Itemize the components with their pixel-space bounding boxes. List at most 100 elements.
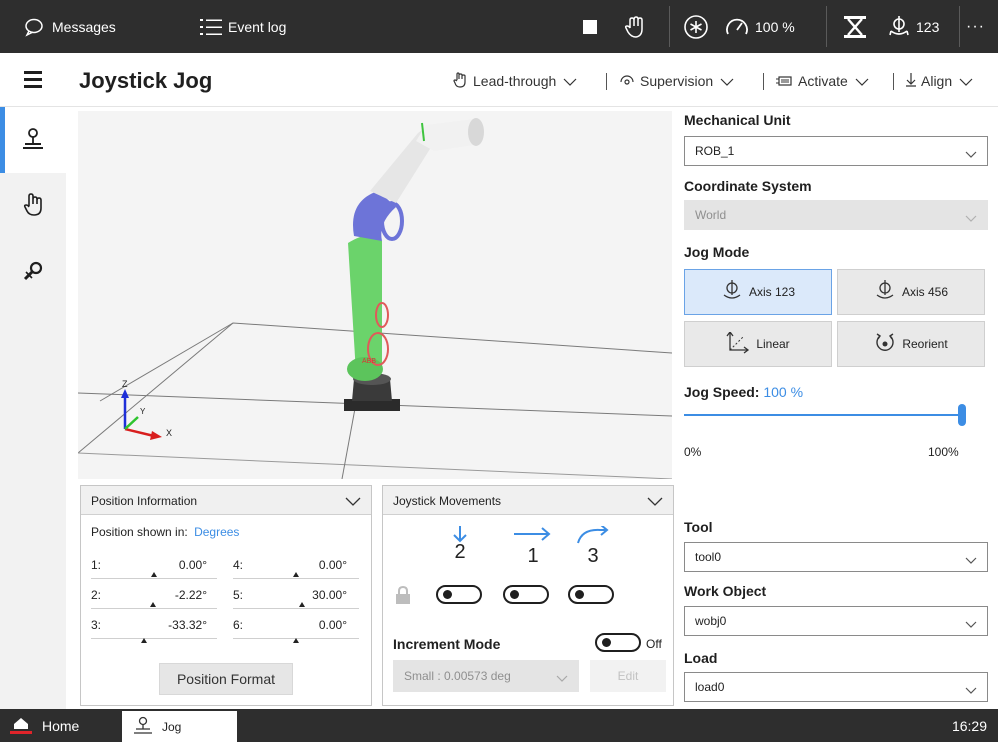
jog-mode-axis-456-button[interactable]: Axis 456	[837, 269, 985, 315]
supervision-label: Supervision	[640, 73, 714, 89]
hand-button[interactable]	[622, 0, 648, 53]
chevron-down-icon	[563, 73, 577, 89]
lead-through-icon	[453, 71, 467, 91]
axis-3-value: -33.32°	[168, 618, 207, 632]
position-format-button[interactable]: Position Format	[159, 663, 293, 695]
home-tab[interactable]: Home	[0, 709, 122, 742]
topbar-divider	[826, 6, 827, 47]
motors-button[interactable]	[683, 0, 709, 53]
mechanical-unit-select[interactable]: ROB_1	[684, 136, 988, 166]
work-object-select[interactable]: wobj0	[684, 606, 988, 636]
jog-speed-track	[684, 414, 962, 416]
chevron-down-icon	[965, 211, 977, 225]
tool-label: Tool	[684, 519, 713, 535]
mech-unit-button[interactable]: 123	[887, 0, 939, 53]
work-object-value: wobj0	[695, 614, 727, 628]
direction-3-lock-toggle[interactable]	[568, 585, 614, 604]
axis-5-label: 5:	[233, 588, 244, 602]
home-label: Home	[42, 717, 80, 734]
reorient-label: Reorient	[902, 337, 948, 351]
load-select[interactable]: load0	[684, 672, 988, 702]
more-icon: ···	[966, 17, 985, 35]
more-button[interactable]: ···	[966, 0, 985, 53]
axis-5-marker	[299, 602, 306, 607]
probe-icon	[22, 260, 44, 285]
topbar-divider	[959, 6, 960, 47]
speed-value: 100 %	[755, 18, 795, 35]
robot-button[interactable]	[842, 0, 868, 53]
increment-size-select[interactable]: Small : 0.00573 deg	[393, 660, 579, 692]
hand-pointer-icon	[22, 192, 44, 220]
joystick-axis-icon	[887, 15, 911, 39]
lead-through-menu[interactable]: Lead-through	[453, 71, 577, 91]
supervision-icon	[620, 73, 634, 89]
axis-4-value: 0.00°	[318, 558, 347, 572]
direction-2-label: 2	[454, 541, 466, 563]
axis-1-scale	[91, 578, 217, 579]
robot-3d-scene: ABB Z Y X	[77, 118, 673, 480]
jog-speed-thumb[interactable]	[958, 404, 966, 426]
rail-item-joystick[interactable]	[0, 107, 66, 173]
arrow-right-icon	[513, 526, 553, 545]
shown-in-value[interactable]: Degrees	[194, 525, 239, 539]
mech-unit-label: 123	[916, 18, 940, 35]
edit-increment-button[interactable]: Edit	[590, 660, 666, 692]
jog-mode-label: Jog Mode	[684, 244, 750, 260]
speed-button[interactable]: 100 %	[725, 0, 795, 53]
axis-123-icon	[721, 279, 749, 305]
arrow-rotate-icon	[573, 524, 613, 547]
position-panel-title: Position Information	[91, 494, 198, 508]
axis-456-label: Axis 456	[901, 285, 949, 299]
jog-mode-linear-button[interactable]: Linear	[684, 321, 832, 367]
lead-through-label: Lead-through	[473, 73, 557, 89]
event-log-button[interactable]: Event log	[200, 0, 286, 53]
jog-tab[interactable]: Jog	[122, 711, 237, 742]
supervision-menu[interactable]: Supervision	[620, 71, 734, 91]
jog-speed-slider[interactable]	[684, 404, 966, 426]
chevron-down-icon	[965, 147, 977, 161]
axis-4-marker	[293, 572, 299, 577]
axis-y-label: Y	[140, 407, 146, 416]
direction-3: 3	[573, 524, 613, 568]
jog-speed-label: Jog Speed: 100 %	[684, 384, 803, 400]
activate-menu[interactable]: Activate	[776, 71, 869, 91]
speedometer-icon	[725, 17, 749, 37]
coordinate-system-value: World	[695, 208, 727, 222]
motors-off-icon	[683, 14, 709, 40]
stop-button[interactable]	[583, 0, 597, 53]
linear-label: Linear	[756, 337, 790, 351]
direction-1: 1	[513, 526, 553, 568]
jog-speed-min: 0%	[684, 445, 702, 459]
joystick-icon	[21, 127, 45, 154]
axis-2-value: -2.22°	[174, 588, 207, 602]
coordinate-system-select[interactable]: World	[684, 200, 988, 230]
increment-mode-label: Increment Mode	[393, 636, 501, 652]
rail-item-lead-through[interactable]	[0, 173, 66, 239]
joystick-movements-panel: Joystick Movements 2 1 3 Increment Mode …	[382, 485, 674, 706]
mechanical-unit-value: ROB_1	[695, 144, 735, 158]
position-panel-header[interactable]: Position Information	[81, 486, 371, 515]
joystick-panel-header[interactable]: Joystick Movements	[383, 486, 673, 515]
page-title: Joystick Jog	[79, 68, 213, 93]
chevron-down-icon	[345, 495, 361, 509]
axis-4-scale	[233, 578, 359, 579]
robot-3d-view[interactable]: ABB Z Y X	[77, 111, 673, 480]
hamburger-menu-icon[interactable]	[24, 70, 42, 90]
rail-item-probe[interactable]	[0, 239, 66, 305]
header-divider	[893, 73, 894, 90]
align-menu[interactable]: Align	[906, 71, 973, 91]
axis-1-label: 1:	[91, 558, 102, 572]
direction-2: 2	[445, 526, 475, 564]
axis-1-marker	[151, 572, 157, 577]
work-object-label: Work Object	[684, 583, 767, 599]
direction-2-lock-toggle[interactable]	[436, 585, 482, 604]
chevron-down-icon	[556, 671, 568, 685]
jog-mode-axis-123-button[interactable]: Axis 123	[684, 269, 832, 315]
direction-1-lock-toggle[interactable]	[503, 585, 549, 604]
jog-mode-reorient-button[interactable]: Reorient	[837, 321, 985, 367]
chevron-down-icon	[720, 73, 734, 89]
increment-mode-toggle[interactable]	[595, 633, 641, 652]
messages-button[interactable]: Messages	[24, 0, 116, 53]
reorient-icon	[874, 332, 902, 357]
tool-select[interactable]: tool0	[684, 542, 988, 572]
